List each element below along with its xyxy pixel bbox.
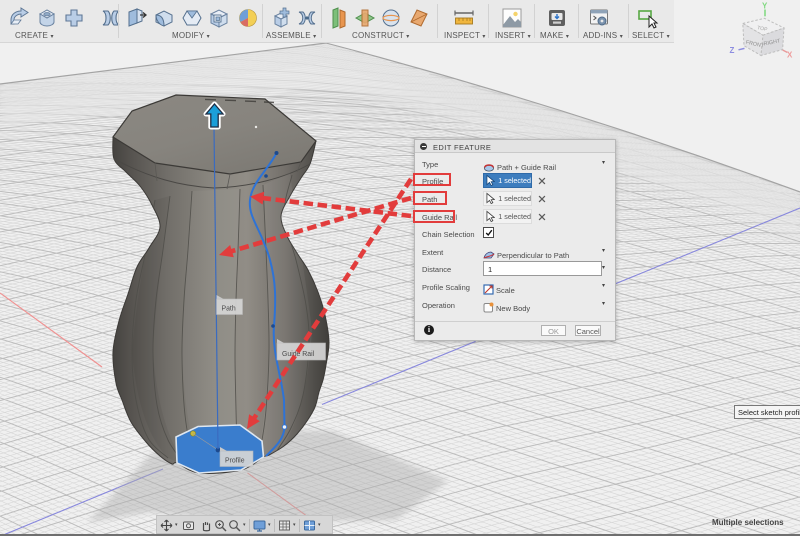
svg-text:Y: Y [762,2,768,11]
svg-text:Profile: Profile [225,457,245,464]
svg-text:Z: Z [730,46,735,55]
svg-text:Path: Path [222,305,236,312]
svg-text:X: X [787,51,793,60]
